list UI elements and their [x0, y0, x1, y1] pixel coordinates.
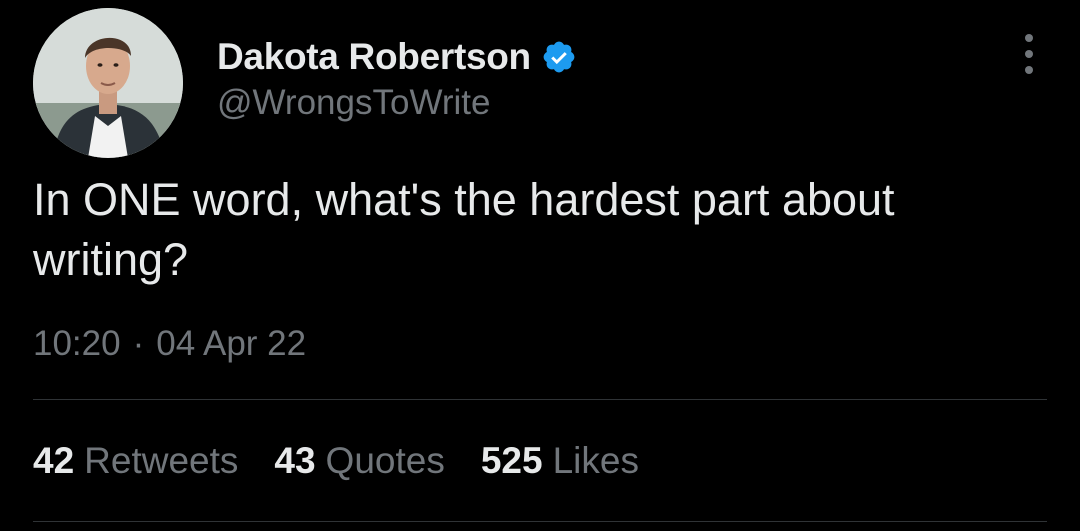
- retweets-stat[interactable]: 42 Retweets: [33, 440, 238, 482]
- name-row: Dakota Robertson: [217, 34, 577, 80]
- quotes-stat[interactable]: 43 Quotes: [274, 440, 444, 482]
- more-dot: [1025, 34, 1033, 42]
- retweets-count: 42: [33, 440, 75, 481]
- meta-separator: ·: [132, 324, 145, 363]
- avatar-photo: [33, 8, 183, 158]
- retweets-label: Retweets: [84, 440, 239, 481]
- engagement-stats: 42 Retweets 43 Quotes 525 Likes: [33, 440, 675, 490]
- verified-badge-icon: [541, 39, 577, 75]
- quotes-label: Quotes: [325, 440, 445, 481]
- tweet-timestamp[interactable]: 10:20 · 04 Apr 22: [33, 320, 306, 368]
- divider: [33, 399, 1047, 400]
- user-handle[interactable]: @WrongsToWrite: [217, 83, 577, 123]
- tweet-card: Dakota Robertson @WrongsToWrite In ONE w…: [0, 0, 1080, 531]
- user-info: Dakota Robertson @WrongsToWrite: [217, 34, 577, 123]
- avatar[interactable]: [33, 8, 183, 158]
- likes-count: 525: [480, 440, 543, 481]
- more-options-icon[interactable]: [1014, 34, 1044, 74]
- quotes-count: 43: [274, 440, 316, 481]
- tweet-text: In ONE word, what's the hardest part abo…: [33, 174, 895, 285]
- bottom-divider: [33, 521, 1047, 522]
- tweet-date: 04 Apr 22: [156, 324, 307, 363]
- more-dot: [1025, 50, 1033, 58]
- likes-label: Likes: [552, 440, 639, 481]
- likes-stat[interactable]: 525 Likes: [481, 440, 639, 482]
- tweet-time: 10:20: [33, 324, 121, 363]
- display-name[interactable]: Dakota Robertson: [217, 36, 531, 78]
- more-dot: [1025, 66, 1033, 74]
